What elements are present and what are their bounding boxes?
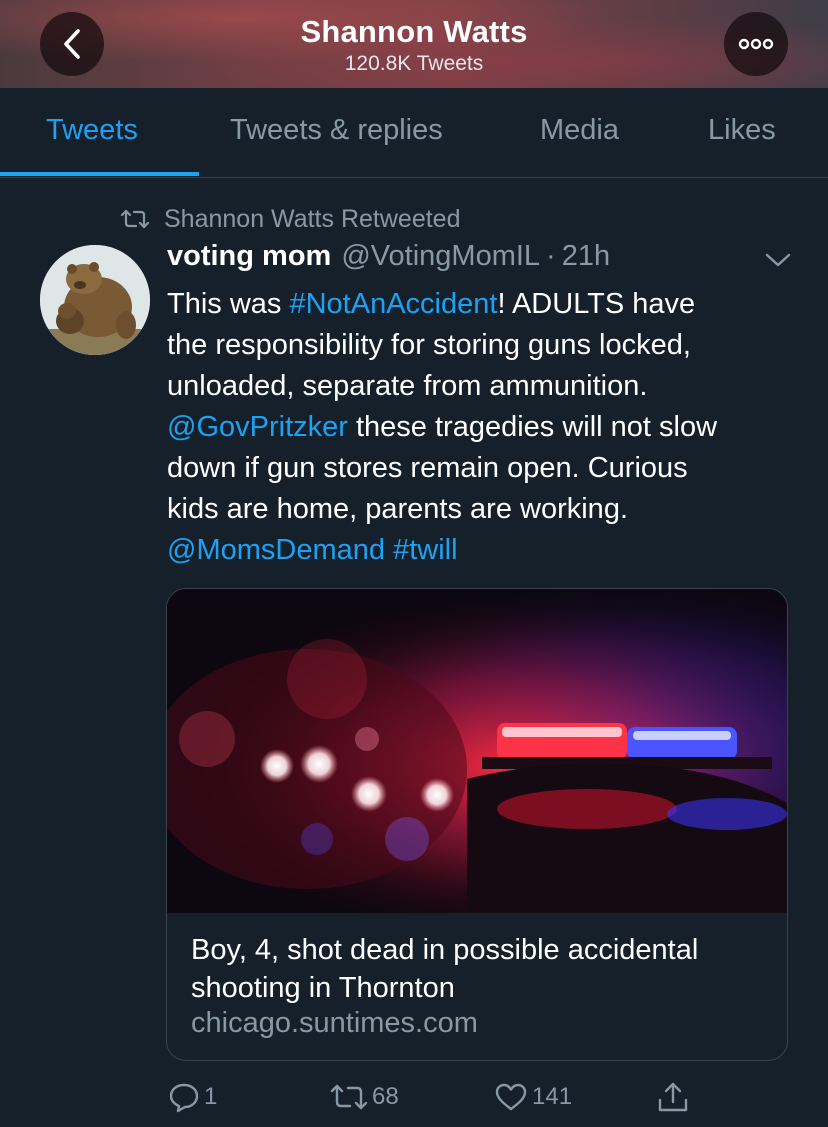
card-domain: chicago.suntimes.com — [191, 1007, 478, 1039]
tweet-timestamp[interactable]: 21h — [562, 240, 610, 273]
tweet-text: This was #NotAnAccident! ADULTS have the… — [167, 284, 797, 571]
tweet-text-line: This was #NotAnAccident! ADULTS have — [167, 284, 797, 325]
retweeted-by-label: Shannon Watts Retweeted — [164, 204, 461, 233]
tab-tweets-and-replies[interactable]: Tweets & replies — [230, 114, 443, 147]
author-name[interactable]: voting mom — [167, 240, 331, 273]
reply-count: 1 — [204, 1083, 218, 1110]
profile-header: Shannon Watts 120.8K Tweets — [0, 0, 828, 88]
hashtag-link[interactable]: #NotAnAccident — [289, 288, 497, 320]
link-preview-card[interactable]: Boy, 4, shot dead in possible accidental… — [166, 588, 788, 1061]
tweet-text-line: unloaded, separate from ammunition. — [167, 370, 648, 402]
tab-likes[interactable]: Likes — [708, 114, 776, 147]
profile-name: Shannon Watts — [300, 14, 528, 49]
mention-link[interactable]: @GovPritzker — [167, 411, 348, 443]
card-image — [167, 589, 787, 913]
share-icon — [658, 1082, 688, 1112]
mention-link[interactable]: @MomsDemand — [167, 534, 385, 566]
retweet-context: Shannon Watts Retweeted — [120, 202, 460, 236]
tweet-text-line: the responsibility for storing guns lock… — [167, 329, 691, 361]
tab-media[interactable]: Media — [540, 114, 619, 147]
profile-tabs: Tweets Tweets & replies Media Likes — [0, 88, 828, 178]
tweet-header: voting mom @VotingMomIL · 21h — [167, 240, 610, 280]
tweet-text-line: kids are home, parents are working. — [167, 493, 628, 525]
tweet-text-line: @GovPritzker these tragedies will not sl… — [167, 407, 797, 448]
retweet-button[interactable]: 68 — [330, 1075, 399, 1119]
retweet-icon — [330, 1084, 368, 1110]
author-avatar[interactable] — [40, 245, 150, 355]
more-button[interactable] — [724, 12, 788, 76]
active-tab-indicator — [0, 172, 199, 176]
tweet-count: 120.8K Tweets — [344, 52, 484, 75]
more-dots-icon — [738, 38, 774, 50]
police-lights-image — [167, 589, 787, 913]
tweet-text-line: down if gun stores remain open. Curious — [167, 452, 688, 484]
text-segment: ! ADULTS have — [497, 288, 696, 320]
hashtag-link[interactable]: #twill — [393, 534, 457, 566]
reply-icon — [169, 1083, 199, 1113]
text-segment: This was — [167, 288, 290, 320]
tweet-text-line: @MomsDemand #twill — [167, 530, 797, 571]
text-segment: these tragedies will not slow — [347, 411, 718, 443]
text-segment — [385, 534, 393, 566]
heart-icon — [495, 1083, 527, 1111]
separator-dot: · — [546, 240, 556, 272]
chevron-down-icon[interactable] — [764, 250, 792, 270]
like-button[interactable]: 141 — [494, 1075, 572, 1119]
tweet-actions: 1 68 141 — [0, 1075, 828, 1119]
card-title: Boy, 4, shot dead in possible accidental… — [191, 934, 699, 1004]
retweet-icon — [120, 208, 150, 230]
retweet-count: 68 — [372, 1083, 399, 1110]
bear-avatar-image — [40, 245, 150, 355]
reply-button[interactable]: 1 — [168, 1075, 217, 1119]
like-count: 141 — [532, 1083, 573, 1110]
share-button[interactable] — [656, 1075, 690, 1119]
author-handle[interactable]: @VotingMomIL — [341, 240, 540, 273]
tab-tweets[interactable]: Tweets — [46, 114, 138, 147]
